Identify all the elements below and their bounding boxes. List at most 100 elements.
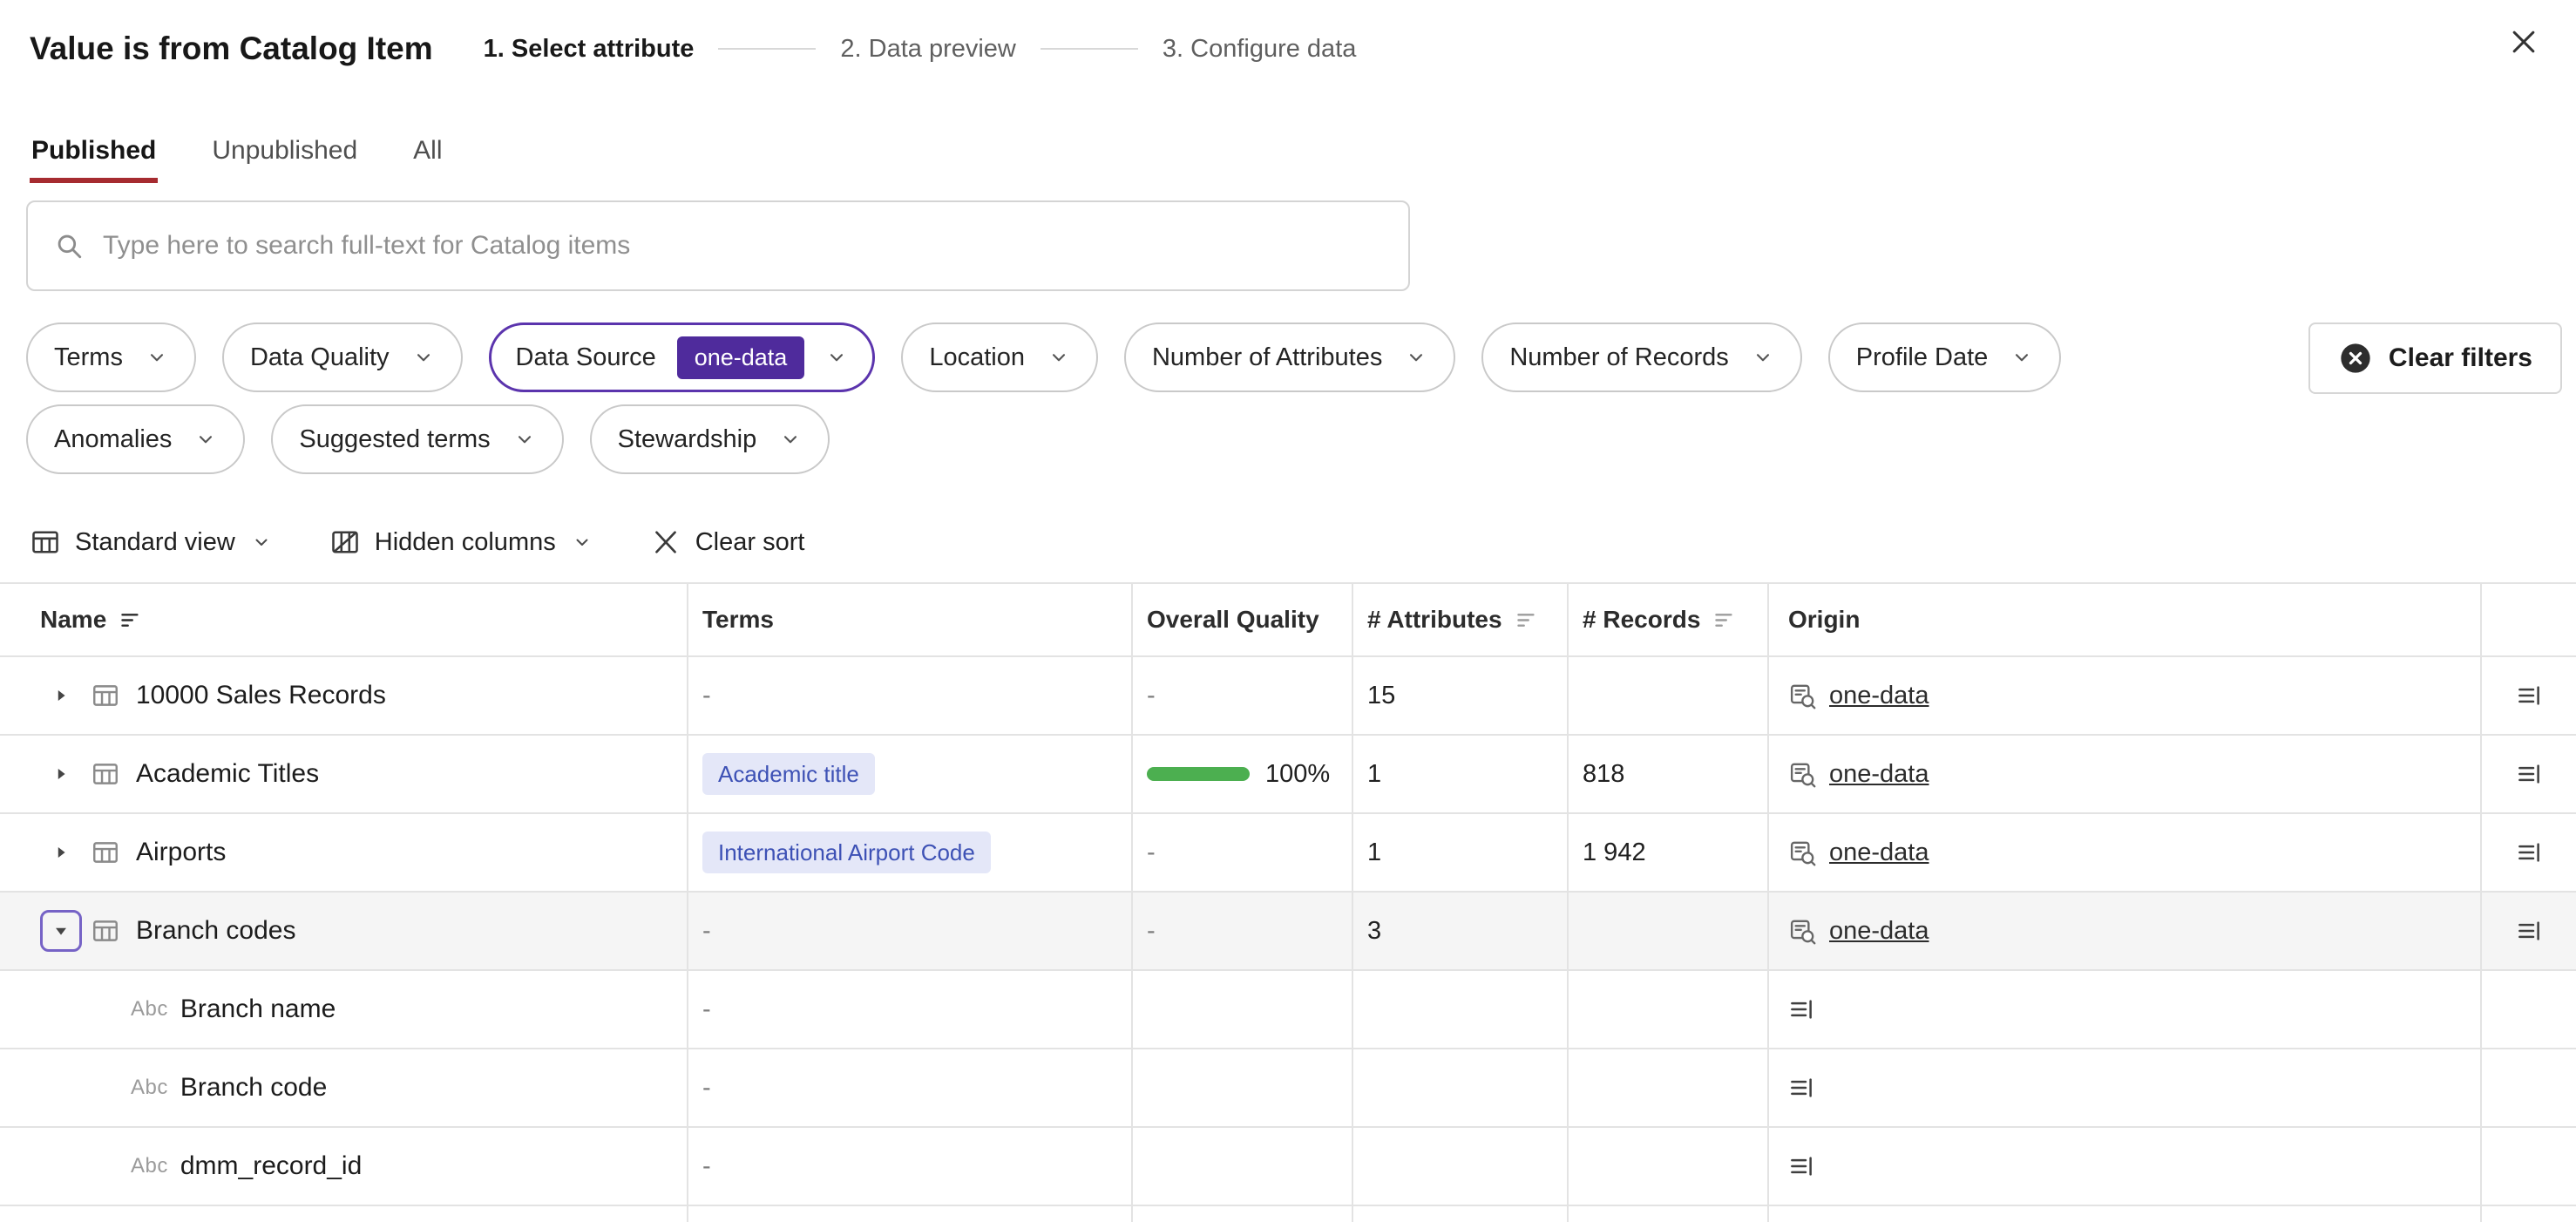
filter-chip-anomalies[interactable]: Anomalies (26, 404, 246, 474)
chevron-down-icon (194, 428, 217, 451)
clear-filters-label: Clear filters (2388, 343, 2532, 372)
term-badge[interactable]: International Airport Code (702, 832, 991, 873)
column-label: Overall Quality (1147, 606, 1319, 633)
tab-unpublished[interactable]: Unpublished (210, 136, 359, 183)
term-badge[interactable]: Academic title (702, 753, 875, 795)
filter-chip-number-of-records[interactable]: Number of Records (1481, 322, 1802, 392)
name-cell (0, 1206, 688, 1222)
row-details-icon (2516, 918, 2542, 944)
catalog-item-row[interactable]: 10000 Sales Records - - 15 one-data (0, 657, 2576, 736)
item-name: Airports (136, 838, 227, 866)
step-separator (1040, 48, 1138, 50)
origin-link[interactable]: one-data (1829, 682, 1929, 710)
filter-chip-number-of-attributes[interactable]: Number of Attributes (1123, 322, 1456, 392)
origin-cell (1769, 971, 2482, 1048)
column-header-terms: Terms (688, 584, 1133, 655)
row-actions-cell (2482, 1206, 2576, 1222)
row-details-icon (1788, 1153, 1814, 1179)
clear-sort-button[interactable]: Clear sort (650, 526, 805, 558)
name-cell: Academic Titles (0, 736, 688, 812)
expand-toggle[interactable] (40, 832, 82, 873)
filter-chip-terms[interactable]: Terms (26, 322, 196, 392)
filter-chip-label: Profile Date (1855, 343, 1989, 371)
sort-icon (1712, 608, 1736, 632)
hidden-columns-selector[interactable]: Hidden columns (329, 526, 593, 558)
catalog-item-row[interactable]: Branch codes - - 3 one-data (0, 893, 2576, 971)
clear-sort-label: Clear sort (695, 527, 805, 556)
dataset-icon (91, 681, 120, 710)
empty-value: - (702, 995, 711, 1023)
row-actions-cell (2482, 736, 2576, 812)
collapse-toggle[interactable] (40, 910, 82, 952)
records-count-cell (1569, 893, 1769, 969)
attribute-name: Branch code (180, 1073, 328, 1102)
origin-link[interactable]: one-data (1829, 917, 1929, 946)
column-header-records[interactable]: # Records (1569, 584, 1769, 655)
attribute-row[interactable]: Abc dmm_record_id - (0, 1128, 2576, 1206)
terms-cell: - (688, 971, 1133, 1048)
step-1: 1. Select attribute (483, 34, 695, 63)
filter-chip-location[interactable]: Location (901, 322, 1098, 392)
origin-link[interactable]: one-data (1829, 760, 1929, 789)
catalog-item-row[interactable]: Academic Titles Academic title 100% 1 818 one… (0, 736, 2576, 814)
origin-cell: one-data (1769, 814, 2482, 891)
terms-cell (688, 1206, 1133, 1222)
filter-chip-profile-date[interactable]: Profile Date (1827, 322, 2062, 392)
attributes-count: 15 (1367, 681, 1396, 709)
sort-icon (119, 608, 142, 632)
row-actions-cell (2482, 1128, 2576, 1205)
attributes-count-cell: 1 (1353, 814, 1569, 891)
expand-toggle[interactable] (40, 675, 82, 716)
filter-selected-value: one-data (676, 336, 805, 379)
name-cell: 10000 Sales Records (0, 657, 688, 734)
tab-all[interactable]: All (411, 136, 444, 183)
column-header-attributes[interactable]: # Attributes (1353, 584, 1569, 655)
clear-filters-button[interactable]: Clear filters (2308, 322, 2562, 394)
origin-cell (1769, 1206, 2482, 1222)
item-name: Branch codes (136, 916, 296, 945)
terms-cell: - (688, 1128, 1133, 1205)
attribute-row[interactable]: Abc Branch name - (0, 971, 2576, 1049)
empty-value: - (702, 1073, 711, 1102)
row-actions-cell (2482, 1049, 2576, 1126)
attribute-type-icon: Abc (131, 1076, 168, 1099)
expand-toggle[interactable] (40, 753, 82, 795)
filter-chip-suggested-terms[interactable]: Suggested terms (271, 404, 564, 474)
catalog-item-picker-modal: Value is from Catalog Item 1. Select att… (0, 0, 2576, 1222)
quality-cell (1133, 1206, 1353, 1222)
origin-link[interactable]: one-data (1829, 838, 1929, 867)
catalog-item-row[interactable]: Airports International Airport Code - 1 1 94… (0, 814, 2576, 893)
terms-cell: - (688, 1049, 1133, 1126)
attribute-type-icon: Abc (131, 1154, 168, 1178)
filter-chip-label: Anomalies (54, 424, 173, 453)
attribute-row[interactable]: Abc Branch code - (0, 1049, 2576, 1128)
empty-value: - (702, 1151, 711, 1180)
publish-state-tabs: Published Unpublished All (0, 136, 2576, 183)
quality-cell: 100% (1133, 736, 1353, 812)
column-header-name[interactable]: Name (0, 584, 688, 655)
search-input[interactable] (103, 231, 1382, 261)
terms-cell: Academic title (688, 736, 1133, 812)
name-cell: Abc Branch name (0, 971, 688, 1048)
view-selector-label: Standard view (75, 527, 235, 556)
view-selector[interactable]: Standard view (30, 526, 272, 558)
empty-value: - (1147, 681, 1156, 709)
name-cell: Branch codes (0, 893, 688, 969)
filter-chip-data-quality[interactable]: Data Quality (221, 322, 463, 392)
filter-chip-data-source[interactable]: Data Source one-data (488, 322, 876, 392)
close-button[interactable] (2501, 19, 2546, 64)
chevron-down-icon (572, 532, 593, 553)
chevron-down-icon (251, 532, 272, 553)
row-details-icon (2516, 761, 2542, 787)
row-details-icon (1788, 996, 1814, 1022)
name-cell: Airports (0, 814, 688, 891)
filter-chip-stewardship[interactable]: Stewardship (589, 404, 830, 474)
row-actions-cell (2482, 971, 2576, 1048)
tab-published[interactable]: Published (30, 136, 159, 183)
caret-right-icon (51, 686, 71, 705)
attributes-count-cell (1353, 1049, 1569, 1126)
column-label: # Records (1583, 606, 1701, 633)
filter-chip-label: Suggested terms (299, 424, 491, 453)
row-details-icon (1788, 1075, 1814, 1101)
filter-chip-label: Data Source (515, 343, 656, 371)
